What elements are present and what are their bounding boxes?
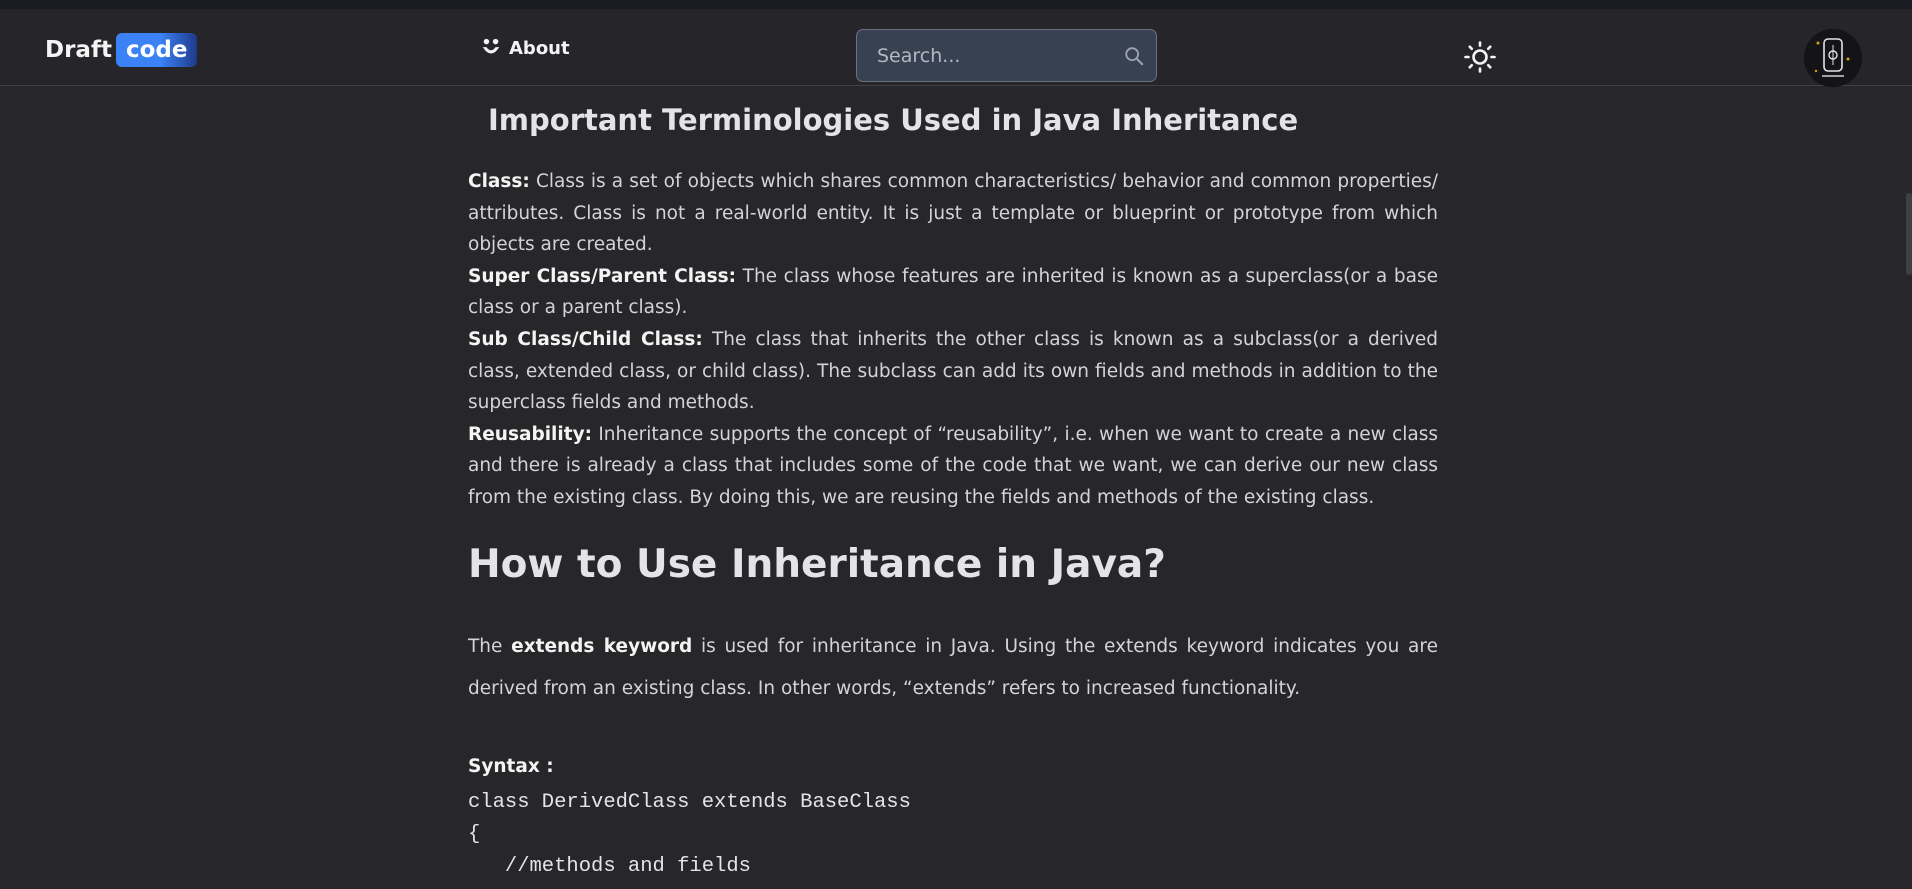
term-definition: Inheritance supports the concept of “reu… xyxy=(468,423,1438,508)
terminology-list: Class: Class is a set of objects which s… xyxy=(468,166,1438,514)
sun-icon[interactable] xyxy=(1463,40,1497,74)
extends-keyword: extends keyword xyxy=(511,636,693,657)
about-link[interactable]: About xyxy=(480,33,570,63)
smile-icon xyxy=(482,38,500,54)
term-reusability: Reusability: Inheritance supports the co… xyxy=(468,419,1438,514)
term-definition: Class is a set of objects which shares c… xyxy=(468,171,1438,256)
term-super-class: Super Class/Parent Class: The class whos… xyxy=(468,261,1438,324)
section-title: Important Terminologies Used in Java Inh… xyxy=(488,103,1299,137)
page-scrollbar[interactable] xyxy=(1906,193,1912,275)
site-logo[interactable]: Draft code xyxy=(45,33,198,67)
avatar-image xyxy=(1804,29,1862,87)
logo-code-badge: code xyxy=(115,33,198,67)
search-icon[interactable] xyxy=(1123,45,1145,67)
logo-draft-text: Draft xyxy=(45,37,112,63)
term-name: Reusability: xyxy=(468,423,593,445)
about-label: About xyxy=(509,37,570,59)
top-navbar: Draft code About xyxy=(0,9,1912,87)
window-top-strip xyxy=(0,0,1912,9)
search-box[interactable] xyxy=(856,29,1157,82)
code-line: //methods and fields xyxy=(468,855,751,878)
term-class: Class: Class is a set of objects which s… xyxy=(468,166,1438,261)
code-block: class DerivedClass extends BaseClass { //… xyxy=(468,787,911,883)
term-name: Class: xyxy=(468,171,530,192)
article-heading: How to Use Inheritance in Java? xyxy=(468,542,1166,587)
syntax-label: Syntax : xyxy=(468,756,554,777)
avatar[interactable] xyxy=(1804,29,1862,87)
search-input[interactable] xyxy=(857,30,1127,81)
extends-paragraph: The extends keyword is used for inherita… xyxy=(468,626,1438,710)
term-name: Sub Class/Child Class: xyxy=(468,328,703,350)
code-line: { xyxy=(468,823,481,846)
term-name: Super Class/Parent Class: xyxy=(468,265,737,287)
para-text-before: The xyxy=(468,636,512,657)
term-sub-class: Sub Class/Child Class: The class that in… xyxy=(468,324,1438,419)
code-line: class DerivedClass extends BaseClass xyxy=(468,791,911,814)
